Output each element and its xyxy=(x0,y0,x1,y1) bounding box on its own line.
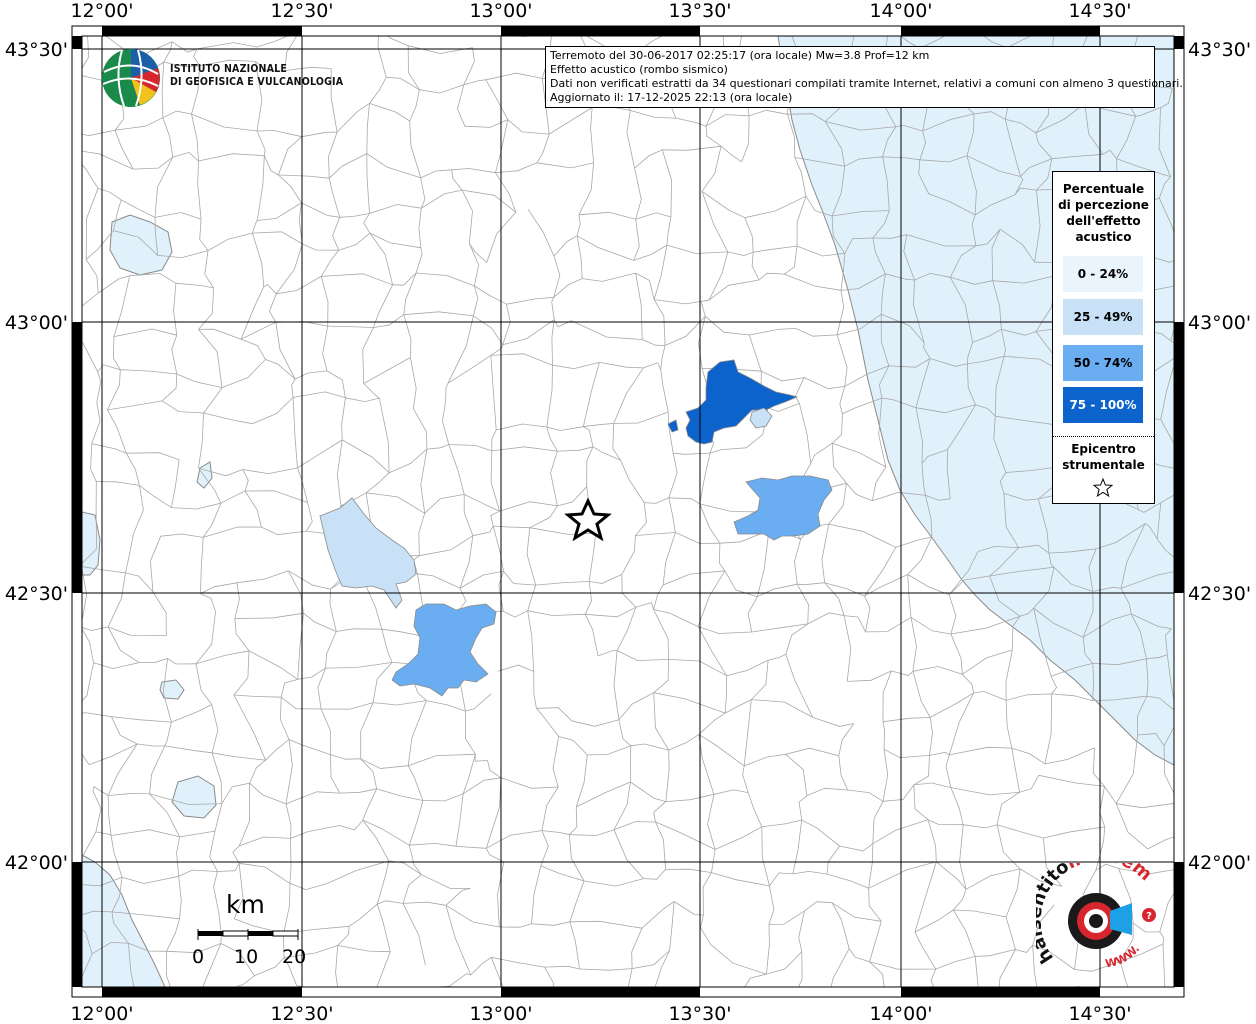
lon-tick-bottom: 14°30' xyxy=(1068,1003,1131,1024)
legend-separator xyxy=(1053,436,1154,437)
lat-tick-left: 42°00' xyxy=(5,852,68,874)
event-updated: Aggiornato il: 17-12-2025 22:13 (ora loc… xyxy=(550,91,793,104)
municipal-boundary xyxy=(583,996,626,1004)
scale-label-0: 0 xyxy=(192,946,205,968)
logo-main: haisentito xyxy=(1036,863,1073,967)
municipal-boundary xyxy=(339,997,361,1017)
haisentito-logo-icon: ? haisentitoilterremoto.it WWW. xyxy=(1036,863,1156,970)
event-title: Terremoto del 30-06-2017 02:25:17 (ora l… xyxy=(550,49,930,62)
svg-text:?: ? xyxy=(1146,911,1152,922)
lon-tick-top: 13°00' xyxy=(469,0,532,22)
legend-epicenter-line: Epicentro xyxy=(1071,442,1136,456)
lon-tick-top: 13°30' xyxy=(668,0,731,22)
lat-tick-left: 42°30' xyxy=(5,583,68,605)
logo-text-www: WWW. xyxy=(1104,942,1142,970)
logo-www: WWW. xyxy=(1104,942,1142,970)
scale-label-20: 20 xyxy=(282,946,307,968)
lon-tick-top: 14°30' xyxy=(1068,0,1131,22)
institute-line1: ISTITUTO NAZIONALE xyxy=(170,63,288,75)
legend-title-line: Percentuale xyxy=(1062,182,1145,196)
event-info-box: Terremoto del 30-06-2017 02:25:17 (ora l… xyxy=(545,46,1183,108)
lat-tick-right: 42°30' xyxy=(1188,583,1251,605)
municipal-boundary xyxy=(711,992,741,997)
lat-tick-right: 42°00' xyxy=(1188,852,1251,874)
municipal-boundary xyxy=(550,998,583,1004)
legend-class-25-49: 25 - 49% xyxy=(1063,299,1143,335)
municipal-boundary xyxy=(791,36,795,37)
lat-tick-left: 43°30' xyxy=(5,39,68,61)
legend-star-icon xyxy=(1093,478,1113,498)
municipal-boundary xyxy=(179,1005,192,1012)
lon-tick-bottom: 13°00' xyxy=(469,1003,532,1024)
institute-line2: DI GEOFISICA E VULCANOLOGIA xyxy=(170,76,344,88)
legend-class-75-100: 75 - 100% xyxy=(1063,387,1143,423)
lon-tick-bottom: 13°30' xyxy=(668,1003,731,1024)
lon-tick-bottom: 14°00' xyxy=(869,1003,932,1024)
lon-tick-top: 12°30' xyxy=(270,0,333,22)
institute-name: ISTITUTO NAZIONALE DI GEOFISICA E VULCAN… xyxy=(170,63,343,89)
lat-tick-left: 43°00' xyxy=(5,312,68,334)
lon-tick-bottom: 12°30' xyxy=(270,1003,333,1024)
legend-class-0-24: 0 - 24% xyxy=(1063,256,1143,292)
legend-epicenter-line: strumentale xyxy=(1062,458,1145,472)
municipal-boundary xyxy=(361,1001,402,1017)
scale-label-10: 10 xyxy=(234,946,259,968)
scale-bar: km 0 10 20 xyxy=(190,890,320,970)
municipal-boundary xyxy=(770,36,792,37)
lon-tick-top: 12°00' xyxy=(70,0,133,22)
municipal-boundary xyxy=(1141,1015,1176,1016)
legend-title-line: acustico xyxy=(1075,230,1132,244)
event-subtitle: Effetto acustico (rombo sismico) xyxy=(550,63,728,76)
lon-ticks-top: 12°00' 12°30' 13°00' 13°30' 14°00' 14°30… xyxy=(70,0,1131,22)
municipal-boundary xyxy=(431,985,450,987)
lat-ticks-left: 43°30' 43°00' 42°30' 42°00' xyxy=(5,39,68,874)
municipal-boundary xyxy=(998,1011,1042,1014)
legend-title: Percentuale di percezione dell'effetto a… xyxy=(1053,181,1154,245)
lat-ticks-right: 43°30' 43°00' 42°30' 42°00' xyxy=(1188,39,1251,874)
legend-title-line: di percezione xyxy=(1058,198,1149,212)
lon-ticks-bottom: 12°00' 12°30' 13°00' 13°30' 14°00' 14°30… xyxy=(70,1003,1131,1024)
legend: Percentuale di percezione dell'effetto a… xyxy=(1052,171,1155,504)
municipal-boundary xyxy=(854,27,889,35)
municipal-boundary xyxy=(828,990,885,1002)
lon-tick-bottom: 12°00' xyxy=(70,1003,133,1024)
legend-title-line: dell'effetto xyxy=(1066,214,1141,228)
legend-epicenter-label: Epicentro strumentale xyxy=(1053,441,1154,473)
ingv-logo-icon xyxy=(102,49,160,107)
lat-tick-right: 43°30' xyxy=(1188,39,1251,61)
municipal-boundary xyxy=(1138,28,1180,34)
lat-tick-right: 43°00' xyxy=(1188,312,1251,334)
legend-class-50-74: 50 - 74% xyxy=(1063,345,1143,381)
lon-tick-top: 14°00' xyxy=(869,0,932,22)
event-data-note: Dati non verificati estratti da 34 quest… xyxy=(550,77,1183,90)
scale-bar-graphic xyxy=(197,929,299,940)
scale-unit: km xyxy=(226,890,265,919)
